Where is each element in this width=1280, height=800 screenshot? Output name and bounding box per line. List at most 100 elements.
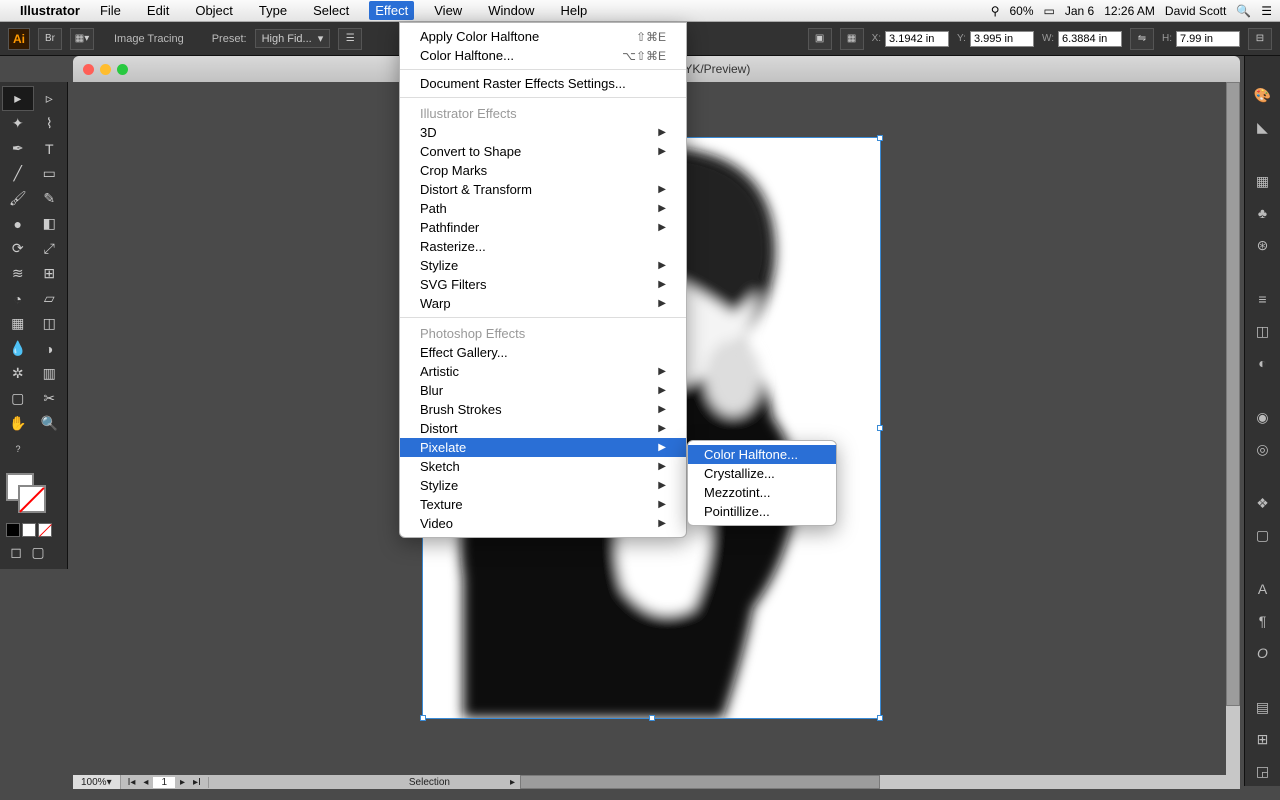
- mi-last-effect[interactable]: Color Halftone...⌥⇧⌘E: [400, 46, 686, 65]
- h-field[interactable]: [1176, 31, 1240, 47]
- magic-wand-tool[interactable]: ✦: [2, 111, 34, 136]
- horizontal-scrollbar[interactable]: [520, 775, 1240, 789]
- rectangle-tool[interactable]: ▭: [34, 161, 66, 186]
- mi-stylize[interactable]: Stylize▶: [400, 256, 686, 275]
- mi-convert-shape[interactable]: Convert to Shape▶: [400, 142, 686, 161]
- perspective-tool[interactable]: ▱: [34, 286, 66, 311]
- menu-help[interactable]: Help: [554, 1, 593, 20]
- mi-texture[interactable]: Texture▶: [400, 495, 686, 514]
- menu-edit[interactable]: Edit: [141, 1, 175, 20]
- color-panel-icon[interactable]: 🎨: [1252, 84, 1274, 106]
- line-tool[interactable]: ╱: [2, 161, 34, 186]
- mi-3d[interactable]: 3D▶: [400, 123, 686, 142]
- mi-sketch[interactable]: Sketch▶: [400, 457, 686, 476]
- preset-dropdown[interactable]: High Fid...▾: [255, 29, 331, 48]
- rotate-tool[interactable]: ⟳: [2, 236, 34, 261]
- blob-brush-tool[interactable]: ●: [2, 211, 34, 236]
- mi-blur[interactable]: Blur▶: [400, 381, 686, 400]
- pathfinder-panel-icon[interactable]: ◲: [1252, 760, 1274, 782]
- mi-rasterize[interactable]: Rasterize...: [400, 237, 686, 256]
- align-panel-icon[interactable]: ▤: [1252, 696, 1274, 718]
- align-panel-icon[interactable]: ▦: [840, 28, 864, 50]
- mesh-tool[interactable]: ▦: [2, 311, 34, 336]
- color-guide-panel-icon[interactable]: ◣: [1252, 116, 1274, 138]
- pager-prev-icon[interactable]: ◂: [140, 777, 151, 788]
- slice-tool[interactable]: ✂: [34, 386, 66, 411]
- screen-mode-icon[interactable]: ▢: [28, 543, 48, 561]
- scale-tool[interactable]: ⤢: [34, 236, 66, 261]
- pager-last-icon[interactable]: ▸I: [190, 777, 204, 788]
- draw-normal-icon[interactable]: ◻: [6, 543, 26, 561]
- smi-crystallize[interactable]: Crystallize...: [688, 464, 836, 483]
- arrange-docs-button[interactable]: ▦▾: [70, 28, 94, 50]
- artboard-tool[interactable]: ▢: [2, 386, 34, 411]
- mi-effect-gallery[interactable]: Effect Gallery...: [400, 343, 686, 362]
- zoom-tool[interactable]: 🔍: [34, 411, 66, 436]
- toggle-fill-tool[interactable]: ?: [2, 436, 34, 461]
- swatches-panel-icon[interactable]: ▦: [1252, 170, 1274, 192]
- brushes-panel-icon[interactable]: ♣: [1252, 202, 1274, 224]
- tracing-options-button[interactable]: ☰: [338, 28, 362, 50]
- artboards-panel-icon[interactable]: ▢: [1252, 524, 1274, 546]
- menu-view[interactable]: View: [428, 1, 468, 20]
- status-menu-icon[interactable]: ▸: [510, 777, 515, 788]
- free-transform-tool[interactable]: ⊞: [34, 261, 66, 286]
- direct-selection-tool[interactable]: ▹: [34, 86, 66, 111]
- gradient-mode-icon[interactable]: [22, 523, 36, 537]
- panel-collapse-icon[interactable]: ⊟: [1248, 28, 1272, 50]
- symbols-panel-icon[interactable]: ⊛: [1252, 234, 1274, 256]
- width-tool[interactable]: ≋: [2, 261, 34, 286]
- pen-tool[interactable]: ✒: [2, 136, 34, 161]
- eraser-tool[interactable]: ◧: [34, 211, 66, 236]
- app-name[interactable]: Illustrator: [20, 3, 80, 18]
- menu-select[interactable]: Select: [307, 1, 355, 20]
- graph-tool[interactable]: ▥: [34, 361, 66, 386]
- mi-video[interactable]: Video▶: [400, 514, 686, 533]
- smi-mezzotint[interactable]: Mezzotint...: [688, 483, 836, 502]
- transform-panel-icon[interactable]: ⊞: [1252, 728, 1274, 750]
- menu-window[interactable]: Window: [482, 1, 540, 20]
- mi-doc-raster[interactable]: Document Raster Effects Settings...: [400, 74, 686, 93]
- vertical-scroll-thumb[interactable]: [1226, 82, 1240, 706]
- zoom-dropdown[interactable]: 100% ▾: [73, 775, 121, 789]
- shape-builder-tool[interactable]: ◔: [2, 286, 34, 311]
- mi-distort-transform[interactable]: Distort & Transform▶: [400, 180, 686, 199]
- pager-first-icon[interactable]: I◂: [125, 777, 139, 788]
- w-field[interactable]: [1058, 31, 1122, 47]
- none-mode-icon[interactable]: [38, 523, 52, 537]
- bridge-button[interactable]: Br: [38, 28, 62, 50]
- mi-crop-marks[interactable]: Crop Marks: [400, 161, 686, 180]
- y-field[interactable]: [970, 31, 1034, 47]
- mi-pathfinder[interactable]: Pathfinder▶: [400, 218, 686, 237]
- mi-apply-last[interactable]: Apply Color Halftone⇧⌘E: [400, 27, 686, 46]
- zoom-window-icon[interactable]: [117, 64, 128, 75]
- mi-path[interactable]: Path▶: [400, 199, 686, 218]
- color-mode-icon[interactable]: [6, 523, 20, 537]
- symbol-sprayer-tool[interactable]: ✲: [2, 361, 34, 386]
- paragraph-panel-icon[interactable]: ¶: [1252, 610, 1274, 632]
- transparency-panel-icon[interactable]: ◐: [1252, 352, 1274, 374]
- battery-icon[interactable]: ▭: [1044, 4, 1055, 18]
- paintbrush-tool[interactable]: 🖌: [2, 186, 34, 211]
- mi-stylize-ps[interactable]: Stylize▶: [400, 476, 686, 495]
- mi-warp[interactable]: Warp▶: [400, 294, 686, 313]
- layers-panel-icon[interactable]: ❖: [1252, 492, 1274, 514]
- user-name[interactable]: David Scott: [1165, 4, 1226, 18]
- mi-distort[interactable]: Distort▶: [400, 419, 686, 438]
- selection-tool[interactable]: ▸: [2, 86, 34, 111]
- spotlight-icon[interactable]: 🔍: [1236, 4, 1251, 18]
- mi-brush-strokes[interactable]: Brush Strokes▶: [400, 400, 686, 419]
- wifi-icon[interactable]: ⚲: [991, 4, 1000, 18]
- menu-type[interactable]: Type: [253, 1, 293, 20]
- stroke-panel-icon[interactable]: ≡: [1252, 288, 1274, 310]
- character-panel-icon[interactable]: A: [1252, 578, 1274, 600]
- minimize-window-icon[interactable]: [100, 64, 111, 75]
- pager-current[interactable]: 1: [153, 777, 175, 788]
- notifications-icon[interactable]: ☰: [1261, 4, 1272, 18]
- eyedropper-tool[interactable]: 💧: [2, 336, 34, 361]
- fill-swatch[interactable]: [6, 473, 34, 501]
- appearance-panel-icon[interactable]: ◉: [1252, 406, 1274, 428]
- transform-panel-icon[interactable]: ▣: [808, 28, 832, 50]
- opentype-panel-icon[interactable]: O: [1252, 642, 1274, 664]
- menu-object[interactable]: Object: [189, 1, 239, 20]
